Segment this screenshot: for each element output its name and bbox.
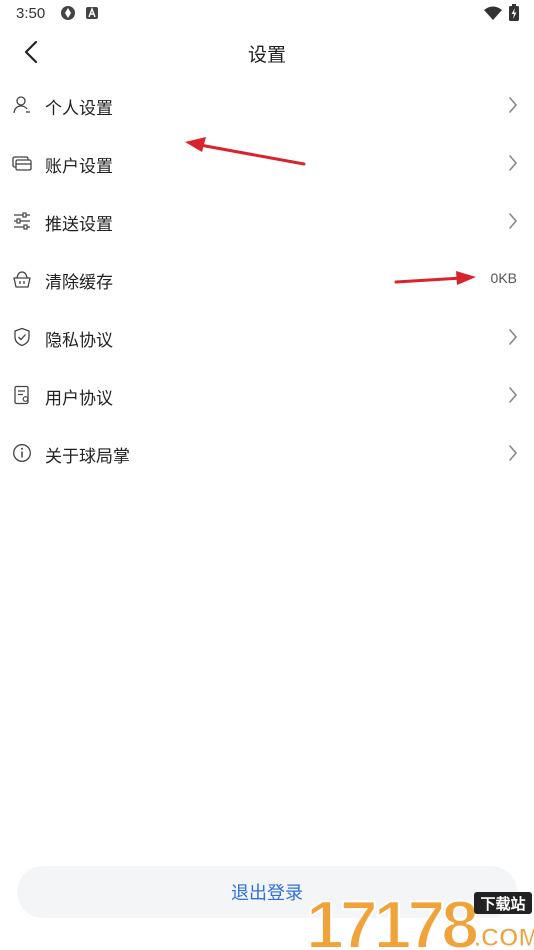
settings-item-user-agreement[interactable]: 用户协议 — [0, 366, 534, 424]
settings-item-clear-cache[interactable]: 清除缓存 0KB — [0, 250, 534, 308]
card-icon — [12, 156, 32, 171]
settings-list: 个人设置 账户设置 推送设置 清除缓存 0KB 隐私协议 用户协议 关于球局掌 — [0, 76, 534, 482]
info-icon — [13, 444, 31, 462]
settings-item-privacy[interactable]: 隐私协议 — [0, 308, 534, 366]
basket-icon — [13, 271, 31, 288]
settings-item-push[interactable]: 推送设置 — [0, 192, 534, 250]
sync-icon — [61, 6, 75, 20]
document-icon — [14, 385, 29, 405]
sliders-icon — [14, 212, 30, 230]
logout-label: 退出登录 — [231, 883, 303, 903]
battery-charging-icon — [509, 4, 519, 21]
svg-text:.COM: .COM — [474, 924, 534, 950]
chevron-right-icon — [509, 329, 518, 345]
status-time: 3:50 — [16, 5, 46, 22]
settings-item-label: 推送设置 — [45, 215, 113, 234]
app-notification-icon — [86, 7, 98, 19]
wifi-icon — [484, 6, 502, 20]
settings-item-label: 个人设置 — [45, 99, 113, 118]
settings-item-personal[interactable]: 个人设置 — [0, 76, 534, 134]
top-app-bar: 设置 — [0, 28, 534, 76]
svg-text:下载站: 下载站 — [480, 895, 525, 913]
settings-item-label: 清除缓存 — [45, 273, 113, 292]
watermark-17178: 17178 下载站 .COM — [305, 886, 534, 950]
settings-item-about[interactable]: 关于球局掌 — [0, 424, 534, 482]
person-icon — [13, 96, 30, 114]
settings-item-label: 用户协议 — [45, 389, 113, 408]
chevron-right-icon — [509, 445, 518, 461]
settings-item-label: 关于球局掌 — [45, 447, 130, 466]
chevron-right-icon — [509, 213, 518, 229]
settings-item-account[interactable]: 账户设置 — [0, 134, 534, 192]
settings-item-label: 隐私协议 — [45, 331, 113, 350]
shield-icon — [14, 327, 30, 347]
settings-item-label: 账户设置 — [45, 157, 113, 176]
chevron-right-icon — [509, 155, 518, 171]
svg-text:17178: 17178 — [306, 887, 477, 950]
chevron-right-icon — [509, 97, 518, 113]
page-title: 设置 — [247, 45, 286, 66]
status-bar: 3:50 — [0, 0, 534, 28]
chevron-right-icon — [509, 387, 518, 403]
cache-size-value: 0KB — [490, 270, 517, 286]
